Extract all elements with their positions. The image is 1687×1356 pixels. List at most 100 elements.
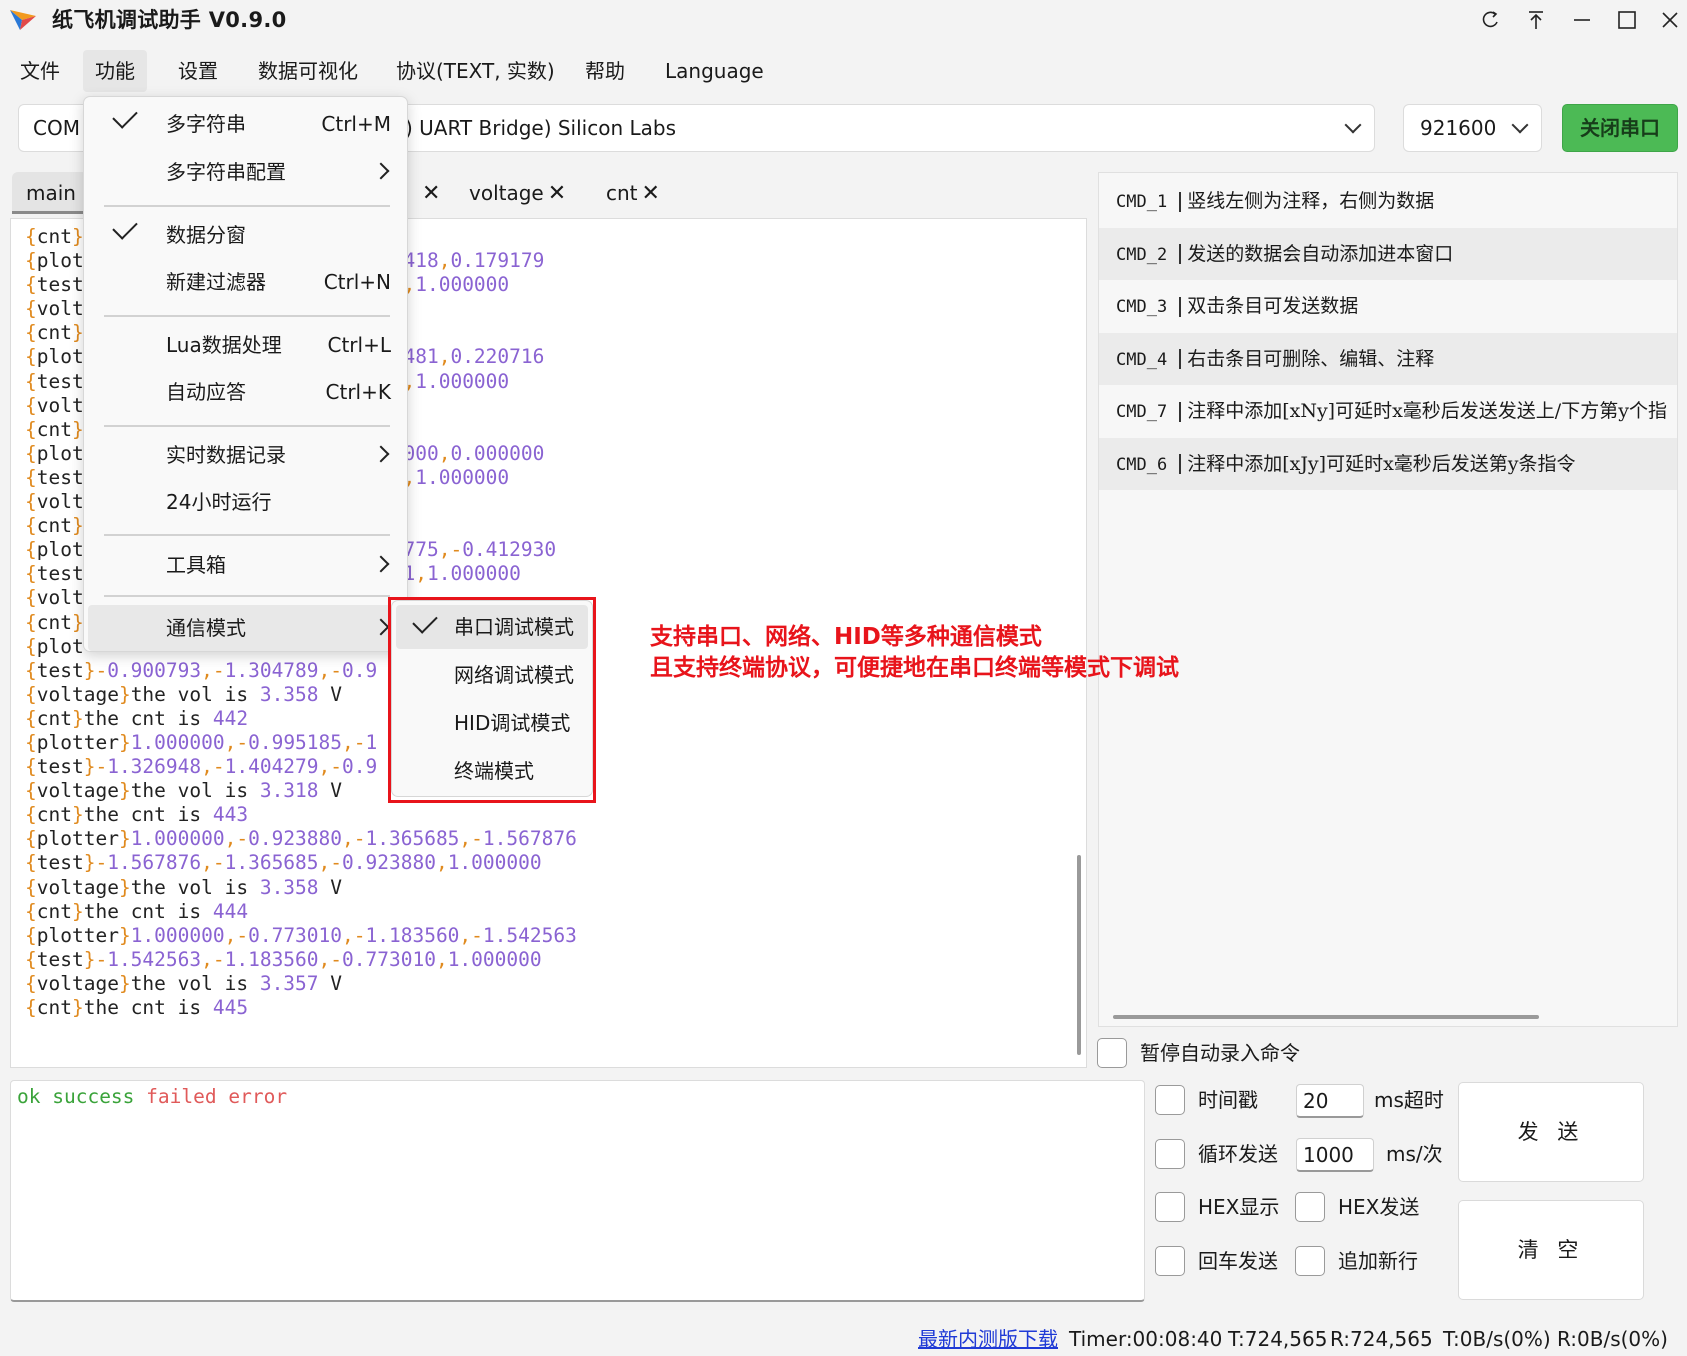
log-segment: 0.179179 [450, 249, 545, 273]
log-scrollbar[interactable] [1077, 855, 1081, 1055]
log-segment: ,- [342, 827, 366, 851]
log-segment: { [25, 851, 37, 875]
log-segment: test [36, 658, 84, 682]
command-row[interactable]: CMD_7 注释中添加[xNy]可延时x毫秒后发送发送上/下方第y个指 [1099, 385, 1677, 437]
log-segment: volt [36, 586, 84, 610]
log-segment: test [36, 851, 84, 875]
command-id: CMD_1 [1116, 192, 1168, 212]
tab-label: voltage [469, 181, 544, 205]
log-segment: , [438, 538, 451, 562]
command-row[interactable]: CMD_3 双击条目可发送数据 [1099, 280, 1677, 332]
tab-label: main [26, 181, 76, 205]
log-segment: { [25, 490, 37, 514]
pause-auto-record-checkbox[interactable] [1097, 1038, 1127, 1068]
menu-item-label: 通信模式 [166, 616, 246, 640]
menu-item-shortcut: Ctrl+M [321, 112, 391, 136]
close-port-button[interactable]: 关闭串口 [1562, 104, 1678, 152]
log-segment: ,- [201, 851, 225, 875]
command-row[interactable]: CMD_1 竖线左侧为注释，右侧为数据 [1099, 175, 1677, 227]
menu-item-multi-string-config[interactable]: 多字符串配置 [88, 149, 403, 195]
loop-unit: ms/次 [1386, 1142, 1443, 1166]
menu-item-auto-reply[interactable]: 自动应答 Ctrl+K [88, 369, 403, 415]
annotation-line-1: 支持串口、网络、HID等多种通信模式 [650, 624, 1042, 650]
log-segment: 1.567876 [107, 851, 202, 875]
tab-main[interactable]: main [12, 172, 88, 214]
log-segment: cnt [36, 321, 72, 345]
pin-icon[interactable] [1471, 4, 1511, 36]
log-segment: plot [36, 345, 84, 369]
command-note: 右击条目可删除、编辑、注释 [1187, 347, 1435, 370]
top-icon[interactable] [1516, 4, 1556, 36]
send-input[interactable]: ok success failed error [10, 1080, 1145, 1302]
log-segment: }- [83, 851, 108, 875]
command-note: 注释中添加[xJy]可延时x毫秒后发送第y条指令 [1187, 452, 1576, 475]
timestamp-checkbox[interactable] [1155, 1085, 1185, 1115]
failed-text: failed [146, 1085, 217, 1108]
log-segment: , [438, 249, 451, 273]
log-segment: { [25, 465, 37, 489]
send-button[interactable]: 发 送 [1458, 1082, 1644, 1182]
menu-item-toolbox[interactable]: 工具箱 [88, 542, 403, 588]
baud-select[interactable]: 921600 [1403, 104, 1542, 152]
menu-file[interactable]: 文件 [8, 50, 72, 92]
log-segment: } [71, 321, 84, 345]
loop-send-checkbox[interactable] [1155, 1139, 1185, 1169]
close-tab-icon[interactable]: ✕ [642, 181, 660, 206]
title-bar: 纸飞机调试助手 V0.9.0 [0, 0, 1687, 40]
timeout-input[interactable]: 20 [1296, 1084, 1364, 1118]
loop-interval-input[interactable]: 1000 [1296, 1138, 1374, 1172]
function-menu: 多字符串 Ctrl+M 多字符串配置 数据分窗 新建过滤器 Ctrl+N Lua… [83, 96, 408, 652]
menu-item-comm-mode[interactable]: 通信模式 [88, 605, 403, 651]
log-segment: 1.542563 [482, 923, 577, 947]
append-newline-checkbox[interactable] [1295, 1246, 1325, 1276]
log-segment: cnt [36, 225, 72, 248]
log-segment: { [25, 441, 37, 465]
menu-language[interactable]: Language [653, 50, 776, 92]
hex-display-checkbox[interactable] [1155, 1192, 1185, 1222]
command-row[interactable]: CMD_6 注释中添加[xJy]可延时x毫秒后发送第y条指令 [1099, 437, 1677, 490]
port-suffix: ) UART Bridge) Silicon Labs [405, 116, 676, 140]
close-tab-icon[interactable]: ✕ [548, 181, 566, 206]
log-segment: { [25, 658, 37, 682]
tab-cnt[interactable]: cnt ✕ [592, 172, 674, 214]
menu-settings[interactable]: 设置 [166, 50, 230, 92]
menu-item-multi-string[interactable]: 多字符串 Ctrl+M [88, 101, 403, 147]
menu-item-realtime-record[interactable]: 实时数据记录 [88, 432, 403, 478]
log-segment: 3.358 [259, 875, 319, 899]
beta-download-link[interactable]: 最新内测版下载 [918, 1322, 1058, 1356]
log-segment: ,- [459, 827, 483, 851]
log-segment: { [25, 875, 37, 899]
menu-item-split-window[interactable]: 数据分窗 [88, 212, 403, 258]
menu-item-lua[interactable]: Lua数据处理 Ctrl+L [88, 322, 403, 368]
success-text: success [52, 1085, 135, 1108]
menu-data-visualization[interactable]: 数据可视化 [246, 50, 370, 92]
cr-send-checkbox[interactable] [1155, 1246, 1185, 1276]
menu-protocol[interactable]: 协议(TEXT, 实数) [384, 50, 567, 92]
cr-send-label: 回车发送 [1198, 1249, 1278, 1273]
tab-hidden-close[interactable]: ✕ [404, 172, 454, 214]
minimize-icon[interactable] [1562, 4, 1602, 36]
menu-item-new-filter[interactable]: 新建过滤器 Ctrl+N [88, 259, 403, 305]
menu-item-24h-run[interactable]: 24小时运行 [88, 479, 403, 525]
maximize-icon[interactable] [1607, 4, 1647, 36]
command-row[interactable]: CMD_2 发送的数据会自动添加进本窗口 [1099, 227, 1677, 280]
hex-send-checkbox[interactable] [1295, 1192, 1325, 1222]
menu-function[interactable]: 功能 [83, 50, 147, 92]
close-icon[interactable] [1650, 4, 1687, 36]
log-segment: { [25, 730, 37, 754]
command-id: CMD_7 [1116, 402, 1168, 422]
log-segment: V [318, 779, 343, 803]
menu-item-shortcut: Ctrl+K [325, 380, 391, 404]
menu-bar: 文件 功能 设置 数据可视化 协议(TEXT, 实数) 帮助 Language [0, 48, 1687, 94]
log-segment: voltage [36, 971, 119, 995]
log-segment: 0.9 [342, 658, 378, 682]
command-separator [1179, 349, 1182, 369]
command-row[interactable]: CMD_4 右击条目可删除、编辑、注释 [1099, 332, 1677, 385]
command-list-scrollbar[interactable] [1113, 1015, 1539, 1019]
clear-button[interactable]: 清 空 [1458, 1200, 1644, 1300]
close-tab-icon[interactable]: ✕ [422, 181, 440, 206]
log-segment: , [438, 345, 451, 369]
menu-help[interactable]: 帮助 [573, 50, 637, 92]
tab-voltage[interactable]: voltage ✕ [455, 172, 580, 214]
log-segment: 443 [212, 803, 249, 827]
